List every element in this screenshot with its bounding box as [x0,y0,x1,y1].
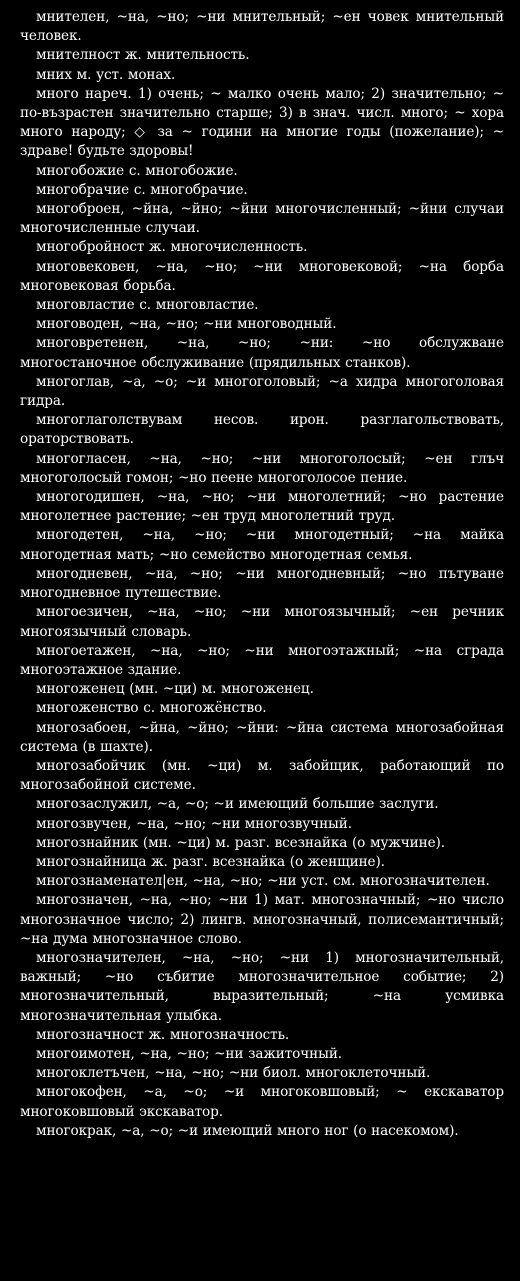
entry-mnogobroinost: многобройност ж. многочисленность. [36,239,308,256]
entry-mnogozaboen: многозабоен, ~йна, ~йно; ~йни: ~йна сист… [20,719,504,755]
entry-mnogokrak: многокрак, ~а, ~о; ~и имеющий много ног … [36,1122,459,1139]
entry-mnogoezichen: многоезичен, ~на, ~но; ~ни многоязычный;… [20,604,504,640]
entry-mnogoglagolstvuvam: многоглаголствувам несов. ирон. разглаго… [20,412,504,448]
entry-mnogoznainik: многознайник (мн. ~ци) м. разг. всезнайк… [36,834,445,851]
entry-mnogogodishen: многогодишен, ~на, ~но; ~ни многолетний;… [20,489,504,525]
entry-mnogoznachen: многозначен, ~на, ~но; ~ни 1) мат. много… [20,892,504,947]
entry-mnogovekoven: многовековен, ~на, ~но; ~ни многовековой… [20,258,504,294]
entry-mnogovlastie: многовластие с. многовластие. [36,297,259,314]
entry-mnitelnost: мнителност ж. мнительность. [36,47,250,64]
entry-mnogobozhie: многобожие с. многобожие. [36,162,238,179]
entry-mnogoimoten: многоимотен, ~на, ~но; ~ни зажиточный. [36,1045,343,1062]
entry-mnogozhenstvo: многоженство с. многожёнство. [36,700,267,717]
entry-mnogozvuchen: многозвучен, ~на, ~но; ~ни многозвучный. [36,815,352,832]
entry-mnogobrachie: многобрачие с. многобрачие. [36,181,248,198]
entry-mnogovoden: многоводен, ~на, ~но; ~ни многоводный. [36,316,337,333]
entry-mnogodeten: многодетен, ~на, ~но; ~ни многодетный; ~… [20,527,504,563]
entry-mnogobroen: многоброен, ~йна, ~йно; ~йни многочислен… [20,201,504,237]
dictionary-page: мнителен, ~на, ~но; ~ни мнительный; ~ен … [0,0,520,1281]
entry-mnitelen: мнителен, ~на, ~но; ~ни мнительный; ~ен … [20,9,504,45]
entry-mnogoglasen: многогласен, ~на, ~но; ~ни многоголосый;… [20,450,504,486]
entry-mnogoznamenatelen: многознаменател|ен, ~на, ~но; ~ни уст. с… [36,873,490,890]
entry-mnih: мних м. уст. монах. [36,66,176,83]
entry-mnogoznachnost: многозначност ж. многозначность. [36,1026,290,1043]
entry-mnogoznainica: многознайница ж. разг. всезнайка (о женщ… [36,853,385,870]
entry-mnogozhenec: многоженец (мн. ~ци) м. многоженец. [36,681,314,698]
entry-mnogokletachen: многоклетъчен, ~на, ~но; ~ни биол. много… [36,1065,431,1082]
entry-mnogozaboichik: многозабойчик (мн. ~ци) м. забойщик, раб… [20,757,504,794]
entry-mnogozasluzhil: многозаслужил, ~а, ~о; ~и имеющий больши… [36,796,439,813]
entry-mnogovretenen: многовретенен, ~на, ~но; ~ни: ~но обслуж… [20,335,504,371]
entry-mnogodneven: многодневен, ~на, ~но; ~ни многодневный;… [20,565,504,602]
entry-mnogoglav: многоглав, ~а, ~о; ~и многоголовый; ~а х… [20,373,504,410]
entry-mnogo: много нареч. 1) очень; ~ малко очень мал… [20,85,504,160]
entry-mnogoznachitelen: многозначителен, ~на, ~но; ~ни 1) многоз… [20,949,504,1024]
entry-mnogokofen: многокофен, ~а, ~о; ~и многоковшовый; ~ … [20,1084,504,1120]
entry-mnogoetazhen: многоетажен, ~на, ~но; ~ни многоэтажный;… [20,642,504,678]
